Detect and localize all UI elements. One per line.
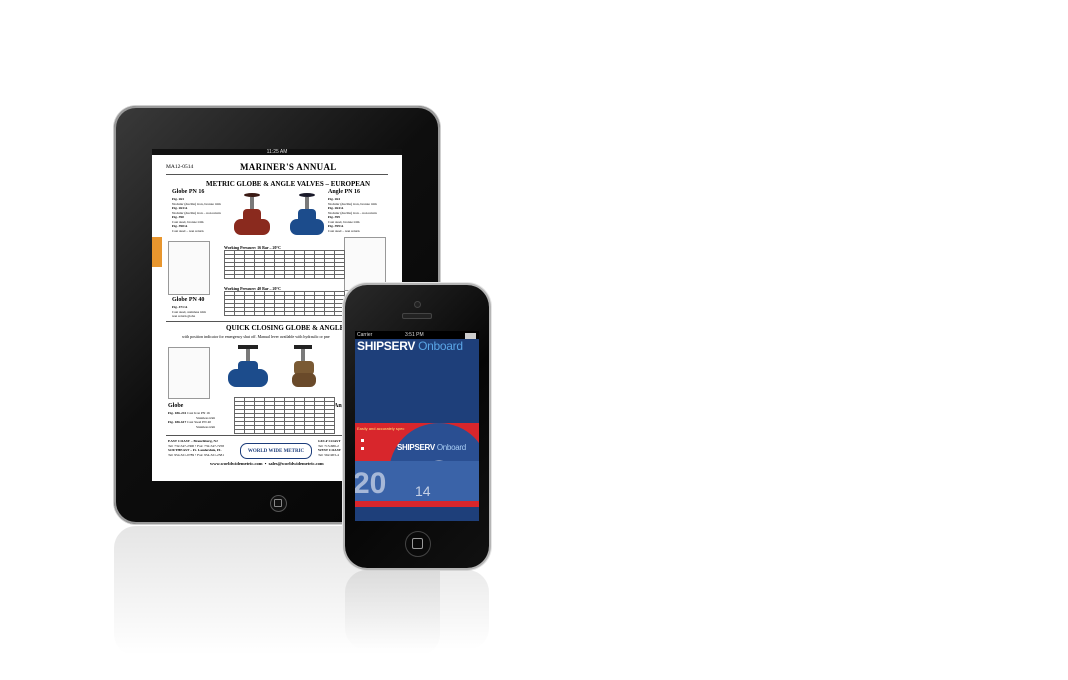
left-heading: Globe PN 16 — [172, 189, 205, 195]
right-items: Fig. 264 Nodular (ductile) iron, bronze … — [328, 197, 377, 233]
globe-items: Fig. 186-241 Cast Iron PN 16 Stainless t… — [168, 411, 216, 429]
iphone-screen: Carrier 3:51 PM SHIPSERV Onboard Easily … — [355, 331, 479, 521]
year-partial: 20 — [355, 467, 387, 500]
section-heading-globe-angle: METRIC GLOBE & ANGLE VALVES – EUROPEAN — [206, 180, 371, 188]
section-heading-quick-closing: QUICK CLOSING GLOBE & ANGLE — [226, 324, 345, 332]
quick-closing-drawing — [168, 347, 210, 399]
shipserv-banner: SHIPSERV Onboard — [357, 339, 463, 353]
year-suffix: 14 — [415, 483, 431, 499]
ipad-status-time: 11:25 AM — [266, 149, 288, 155]
battery-icon — [465, 333, 476, 339]
bottom-band — [355, 507, 479, 521]
home-square-icon — [412, 538, 423, 549]
carrier-label: Carrier — [357, 332, 373, 338]
globe-valve-drawing — [168, 241, 210, 295]
doc-website: www.worldwidemetric.com • sales@worldwid… — [210, 461, 324, 466]
globe40-items: Fig. 471/A Cast steel, stainless trim no… — [172, 305, 206, 318]
globe40-heading: Globe PN 40 — [172, 297, 205, 303]
spec-table-16 — [224, 250, 345, 279]
bullet-icon — [361, 447, 364, 450]
world-wide-metric-logo: WORLD WIDE METRIC — [240, 443, 312, 459]
divider — [166, 174, 388, 175]
camera-icon — [414, 301, 421, 308]
bullet-icon — [361, 439, 364, 442]
blue-globe-valve-image — [290, 193, 324, 239]
home-square-icon — [274, 499, 282, 507]
iphone-status-bar: Carrier 3:51 PM — [355, 331, 479, 339]
right-heading: Angle PN 16 — [328, 189, 360, 195]
doc-code: MA12-0514 — [166, 164, 194, 170]
section-subnote: with position indicator for emergency sh… — [182, 334, 330, 339]
angle-valve-drawing — [344, 237, 386, 291]
east-contacts: EAST COAST – Branchburg, NJ Tel: 732-547… — [168, 439, 225, 457]
left-items: Fig. 263 Nodular (ductile) iron, bronze … — [172, 197, 221, 233]
disc-logo: SHIPSERV Onboard — [397, 443, 466, 452]
speaker-grille — [402, 313, 432, 319]
iphone-status-time: 3:51 PM — [405, 332, 424, 338]
iphone-reflection — [345, 570, 489, 650]
red-globe-valve-image — [234, 193, 270, 239]
bronze-angle-valve-image — [288, 345, 320, 391]
side-tab[interactable] — [152, 237, 162, 267]
tagline: Easily and accurately spec — [357, 426, 405, 431]
globe-label: Globe — [168, 403, 184, 409]
blue-quick-closing-valve-image — [228, 345, 268, 391]
doc-title: MARINER'S ANNUAL — [240, 162, 337, 172]
spec-table-quick — [234, 397, 335, 434]
spec-table-40 — [224, 291, 345, 316]
ipad-status-bar: 11:25 AM — [152, 149, 402, 155]
